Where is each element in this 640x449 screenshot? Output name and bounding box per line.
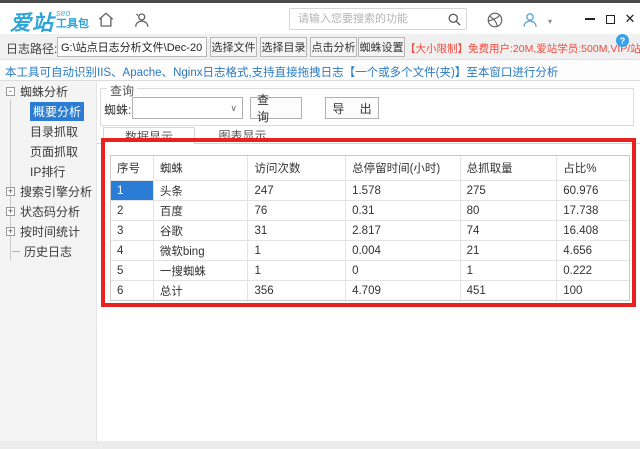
chevron-down-icon: ∨ <box>230 103 237 114</box>
close-button[interactable]: ✕ <box>622 11 638 27</box>
logo-text-main: 爱站 <box>10 7 54 37</box>
expand-icon[interactable]: + <box>6 227 15 236</box>
spider-select-label: 蜘蛛: <box>104 101 131 118</box>
skin-globe-icon[interactable] <box>486 11 504 29</box>
col-header-visits[interactable]: 访问次数 <box>247 156 345 180</box>
user-account-icon[interactable] <box>521 11 539 29</box>
collapse-icon[interactable]: - <box>6 87 15 96</box>
drag-drop-hint-text: 本工具可自动识别IIS、Apache、Nginx日志格式,支持直接拖拽日志【一个… <box>5 64 558 80</box>
sidebar-item-time-statistics[interactable]: + 按时间统计 <box>0 221 97 241</box>
titlebar: 爱站 seo 工具包 ▾ ✕ <box>0 3 640 34</box>
expand-icon[interactable]: + <box>6 207 15 216</box>
minimize-button[interactable] <box>582 11 598 27</box>
col-header-spider[interactable]: 蜘蛛 <box>153 156 248 180</box>
sidebar-item-page-crawl[interactable]: 页面抓取 <box>0 141 97 161</box>
expand-icon[interactable]: + <box>6 187 15 196</box>
tab-data-display[interactable]: 数据显示 <box>103 127 195 144</box>
sidebar-item-spider-analysis[interactable]: - 蜘蛛分析 <box>0 81 97 101</box>
table-row[interactable]: 2 百度 76 0.31 80 17.738 <box>111 200 629 220</box>
table-row[interactable]: 3 谷歌 31 2.817 74 16.408 <box>111 220 629 240</box>
export-button[interactable]: 导 出 <box>325 97 379 119</box>
table-row[interactable]: 5 一搜蜘蛛 1 0 1 0.222 <box>111 260 629 280</box>
tab-chart-display[interactable]: 图表显示 <box>195 127 290 144</box>
bottom-strip <box>0 441 640 449</box>
home-icon[interactable] <box>97 11 115 29</box>
log-path-label: 日志路径: <box>6 40 57 57</box>
sidebar-tree: - 蜘蛛分析 概要分析 目录抓取 页面抓取 IP排行 + 搜索引擎分析 + 状态… <box>0 81 97 449</box>
selected-cell[interactable]: 1 <box>111 181 153 200</box>
sidebar-item-directory-crawl[interactable]: 目录抓取 <box>0 121 97 141</box>
contact-icon[interactable] <box>132 11 150 29</box>
col-header-crawl-volume[interactable]: 总抓取量 <box>460 156 557 180</box>
sidebar-item-ip-ranking[interactable]: IP排行 <box>0 161 97 181</box>
table-row[interactable]: 1 头条 247 1.578 275 60.976 <box>111 180 629 200</box>
table-row[interactable]: 4 微软bing 1 0.004 21 4.656 <box>111 240 629 260</box>
search-input[interactable] <box>298 13 447 25</box>
select-directory-button[interactable]: 选择目录 <box>260 37 307 57</box>
app-logo: 爱站 seo 工具包 <box>10 7 89 37</box>
search-icon[interactable] <box>447 12 462 27</box>
col-header-index[interactable]: 序号 <box>111 156 153 180</box>
help-icon[interactable]: ? <box>616 34 629 47</box>
size-limit-text: 【大小限制】免费用户:20M,爱站学员:500M,VIP/站群用户:无限制 <box>405 41 640 56</box>
spider-settings-button[interactable]: 蜘蛛设置 <box>358 37 405 57</box>
sidebar-item-search-engine-analysis[interactable]: + 搜索引擎分析 <box>0 181 97 201</box>
spider-stats-table: 序号 蜘蛛 访问次数 总停留时间(小时) 总抓取量 占比% 1 头条 247 1… <box>110 155 630 301</box>
logo-text-seo: seo <box>56 9 89 18</box>
col-header-percentage[interactable]: 占比% <box>556 156 629 180</box>
log-path-input[interactable] <box>57 37 207 57</box>
sidebar-item-history-logs[interactable]: 历史日志 <box>0 241 97 261</box>
tree-leaf-dash <box>12 251 20 252</box>
spider-combobox[interactable]: ∨ <box>132 97 243 119</box>
sidebar-item-summary-analysis[interactable]: 概要分析 <box>0 101 97 121</box>
table-row-total[interactable]: 6 总计 356 4.709 451 100 <box>111 280 629 300</box>
select-file-button[interactable]: 选择文件 <box>210 37 257 57</box>
sidebar-item-status-code-analysis[interactable]: + 状态码分析 <box>0 201 97 221</box>
col-header-stay-time[interactable]: 总停留时间(小时) <box>345 156 460 180</box>
query-button[interactable]: 查 询 <box>250 97 302 119</box>
maximize-button[interactable] <box>602 11 618 27</box>
logo-text-toolkit: 工具包 <box>56 19 89 30</box>
analyze-button[interactable]: 点击分析 <box>310 37 357 57</box>
table-header-row: 序号 蜘蛛 访问次数 总停留时间(小时) 总抓取量 占比% <box>111 156 629 180</box>
function-search <box>289 8 467 30</box>
user-dropdown-caret[interactable]: ▾ <box>548 17 552 26</box>
